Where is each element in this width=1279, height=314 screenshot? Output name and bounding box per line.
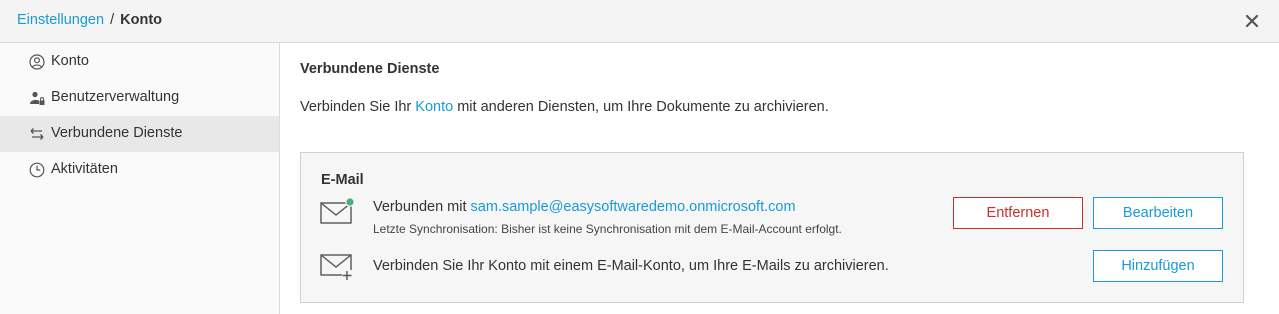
remove-button[interactable]: Entfernen	[953, 197, 1083, 229]
intro-prefix: Verbinden Sie Ihr	[300, 99, 416, 115]
mail-add-icon	[320, 254, 352, 280]
connected-email-link[interactable]: sam.sample@easysoftwaredemo.onmicrosoft.…	[471, 199, 796, 215]
intro-text: Verbinden Sie Ihr Konto mit anderen Dien…	[300, 99, 829, 115]
sidebar-item-verbundene-dienste[interactable]: Verbundene Dienste	[0, 116, 279, 152]
sidebar-item-label: Konto	[51, 53, 89, 69]
konto-link[interactable]: Konto	[415, 99, 453, 115]
sidebar-item-konto[interactable]: Konto	[0, 44, 279, 80]
user-lock-icon	[30, 91, 45, 105]
add-button[interactable]: Hinzufügen	[1093, 250, 1223, 282]
clock-icon	[29, 162, 45, 178]
email-service-card: E-Mail Verbunden mit sam.sample@easysoft…	[300, 152, 1244, 303]
user-circle-icon	[29, 54, 45, 70]
sidebar: Konto Benutzerverwaltung Verbundene Dien…	[0, 43, 280, 314]
page-title: Verbundene Dienste	[300, 61, 440, 77]
mail-connected-icon	[320, 197, 354, 224]
sync-status: Letzte Synchronisation: Bisher ist keine…	[373, 222, 842, 236]
connected-prefix: Verbunden mit	[373, 199, 471, 215]
breadcrumb: Einstellungen / Konto	[17, 12, 162, 28]
header: Einstellungen / Konto	[0, 0, 1279, 43]
sidebar-item-aktivitaeten[interactable]: Aktivitäten	[0, 152, 279, 188]
sidebar-item-benutzerverwaltung[interactable]: Benutzerverwaltung	[0, 80, 279, 116]
close-icon	[1245, 14, 1259, 28]
intro-suffix: mit anderen Diensten, um Ihre Dokumente …	[453, 99, 829, 115]
main-content: Verbundene Dienste Verbinden Sie Ihr Kon…	[280, 43, 1279, 314]
breadcrumb-current: Konto	[120, 12, 163, 28]
arrows-swap-icon	[30, 128, 44, 140]
edit-button[interactable]: Bearbeiten	[1093, 197, 1223, 229]
sidebar-item-label: Benutzerverwaltung	[51, 89, 180, 105]
breadcrumb-separator: /	[110, 12, 115, 28]
card-title: E-Mail	[321, 172, 364, 188]
breadcrumb-link-settings[interactable]: Einstellungen	[17, 12, 104, 28]
add-email-text: Verbinden Sie Ihr Konto mit einem E-Mail…	[373, 258, 889, 274]
connected-text: Verbunden mit sam.sample@easysoftwaredem…	[373, 199, 796, 215]
sidebar-item-label: Verbundene Dienste	[51, 125, 183, 141]
sidebar-item-label: Aktivitäten	[51, 161, 118, 177]
close-button[interactable]	[1243, 12, 1261, 30]
